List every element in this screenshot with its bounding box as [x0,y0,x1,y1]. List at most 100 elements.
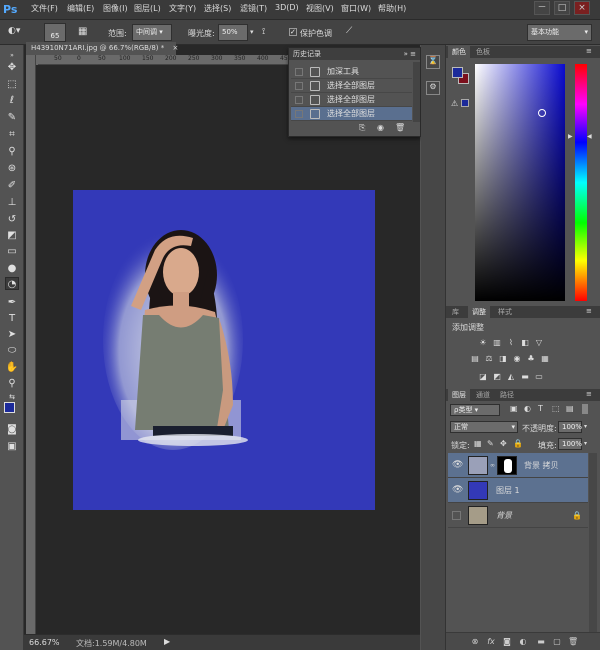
history-item-selected[interactable]: 选择全部图层 [291,107,412,121]
menu-type[interactable]: 文字(Y) [169,3,196,14]
hue-slider[interactable] [575,64,587,301]
history-item[interactable]: 选择全部图层 [291,93,412,107]
menu-help[interactable]: 帮助(H) [378,3,406,14]
fill-input[interactable]: 100% [558,438,582,450]
tab-layers[interactable]: 图层 [448,389,470,401]
minimize-button[interactable]: － [534,1,550,15]
zoom-tool-icon[interactable]: ⚲ [5,377,19,390]
airbrush-icon[interactable]: ⟟ [262,27,274,38]
snapshot-icon[interactable]: ◉ [377,123,384,132]
black-white-icon[interactable]: ◨ [498,354,508,363]
gamut-warning-icon[interactable]: ⚠ [451,99,458,108]
link-layers-icon[interactable]: ⊗ [470,637,480,647]
gradient-tool-icon[interactable]: ▭ [5,245,19,258]
screen-mode-icon[interactable]: ▣ [5,440,19,453]
history-source-checkbox[interactable] [295,68,303,76]
exposure-dropdown-icon[interactable]: ▾ [250,28,254,36]
quick-select-tool-icon[interactable]: ✎ [5,111,19,124]
fill-dropdown-icon[interactable]: ▾ [584,440,587,447]
layer-name[interactable]: 背景 拷贝 [524,453,559,478]
tab-swatches[interactable]: 色板 [472,46,494,58]
hand-tool-icon[interactable]: ✋ [5,361,19,374]
selective-color-icon[interactable]: ▭ [534,372,544,381]
filter-toggle[interactable] [582,404,588,414]
layer-filter-select[interactable]: ρ类型 ▾ [450,404,500,416]
move-tool-icon[interactable]: ✥ [5,61,19,74]
posterize-icon[interactable]: ◩ [492,372,502,381]
menu-file[interactable]: 文件(F) [31,3,58,14]
panel-menu-icon[interactable]: ≡ [586,307,592,315]
hue-saturation-icon[interactable]: ▤ [470,354,480,363]
lock-transparent-icon[interactable]: ▦ [474,439,482,448]
tool-presets-dock-icon[interactable]: ⚙ [426,81,440,95]
tab-color[interactable]: 颜色 [448,46,470,58]
close-button[interactable]: × [574,1,590,15]
channel-mixer-icon[interactable]: ♣ [526,354,536,363]
maximize-button[interactable]: □ [554,1,570,15]
menu-image[interactable]: 图像(I) [103,3,128,14]
marquee-tool-icon[interactable]: ⬚ [5,78,19,91]
history-dock-icon[interactable]: ⌛ [426,55,440,69]
eye-icon[interactable]: 👁 [452,453,463,478]
tab-paths[interactable]: 路径 [496,389,518,401]
lock-position-icon[interactable]: ✥ [500,439,507,448]
workspace-select[interactable]: 基本功能 ▾ [527,24,592,41]
lock-all-icon[interactable]: 🔒 [513,439,523,448]
vertical-ruler[interactable] [26,55,36,635]
delete-state-icon[interactable]: 🗑 [395,123,405,132]
protect-tones-checkbox[interactable]: ✓ [289,28,297,36]
layers-scrollbar[interactable] [589,453,597,633]
crop-tool-icon[interactable]: ⌗ [5,128,19,141]
close-tab-icon[interactable]: × [172,44,178,52]
history-item[interactable]: 选择全部图层 [291,79,412,93]
eraser-tool-icon[interactable]: ◩ [5,229,19,242]
delete-layer-icon[interactable]: 🗑 [568,637,578,647]
pressure-icon[interactable]: ⟋ [346,26,358,38]
history-source-checkbox[interactable] [295,82,303,90]
document-tab[interactable]: H43910N71ARI.jpg @ 66.7%(RGB/8) * × [26,42,178,55]
brush-size-picker[interactable]: 65 [44,23,66,42]
history-panel-header[interactable]: 历史记录 » ≡ [289,48,420,60]
menu-layer[interactable]: 图层(L) [134,3,161,14]
tab-styles[interactable]: 样式 [494,306,516,318]
foreground-color-swatch[interactable] [4,402,15,413]
path-select-tool-icon[interactable]: ➤ [5,328,19,341]
hue-slider-handle-right[interactable]: ◀ [587,133,592,140]
hue-slider-handle[interactable]: ▶ [568,133,573,140]
link-icon[interactable]: ∞ [490,453,495,478]
photo-filter-icon[interactable]: ◉ [512,354,522,363]
healing-brush-tool-icon[interactable]: ⊛ [5,162,19,175]
tab-libraries[interactable]: 库 [448,306,463,318]
new-adjustment-layer-icon[interactable]: ◐ [518,637,528,647]
fx-icon[interactable]: fx [486,637,496,647]
history-source-checkbox[interactable] [295,110,303,118]
blur-tool-icon[interactable]: ● [5,262,19,275]
threshold-icon[interactable]: ◭ [506,372,516,381]
panel-menu-icon[interactable]: » ≡ [404,48,420,60]
zoom-level[interactable]: 66.67% [29,638,60,647]
menu-select[interactable]: 选择(S) [204,3,231,14]
color-balance-icon[interactable]: ⚖ [484,354,494,363]
exposure-icon[interactable]: ◧ [520,338,530,347]
add-mask-icon[interactable]: ◙ [502,637,512,647]
new-document-from-state-icon[interactable]: ⎘ [359,123,365,133]
type-tool-icon[interactable]: T [5,312,19,325]
history-scrollbar[interactable] [413,62,420,122]
quick-mask-icon[interactable]: ◙ [5,423,19,436]
pen-tool-icon[interactable]: ✒ [5,296,19,309]
opacity-input[interactable]: 100% [558,421,582,433]
gamut-color-chip[interactable] [461,99,469,107]
color-picker-cursor[interactable] [538,109,546,117]
clone-stamp-tool-icon[interactable]: ⊥ [5,196,19,209]
brightness-contrast-icon[interactable]: ☀ [478,338,488,347]
layer-row[interactable]: 👁 图层 1 [448,478,588,503]
brush-panel-icon[interactable]: ▦ [78,26,92,39]
color-picker-field[interactable] [475,64,565,301]
range-select[interactable]: 中间调 ▾ [132,24,172,41]
levels-icon[interactable]: ▥ [492,338,502,347]
filter-smart-object-icon[interactable]: ▤ [566,404,574,413]
eye-icon[interactable]: 👁 [452,478,463,503]
layer-name[interactable]: 图层 1 [496,478,520,503]
blend-mode-select[interactable]: 正常 ▾ [450,421,518,433]
menu-view[interactable]: 视图(V) [306,3,334,14]
